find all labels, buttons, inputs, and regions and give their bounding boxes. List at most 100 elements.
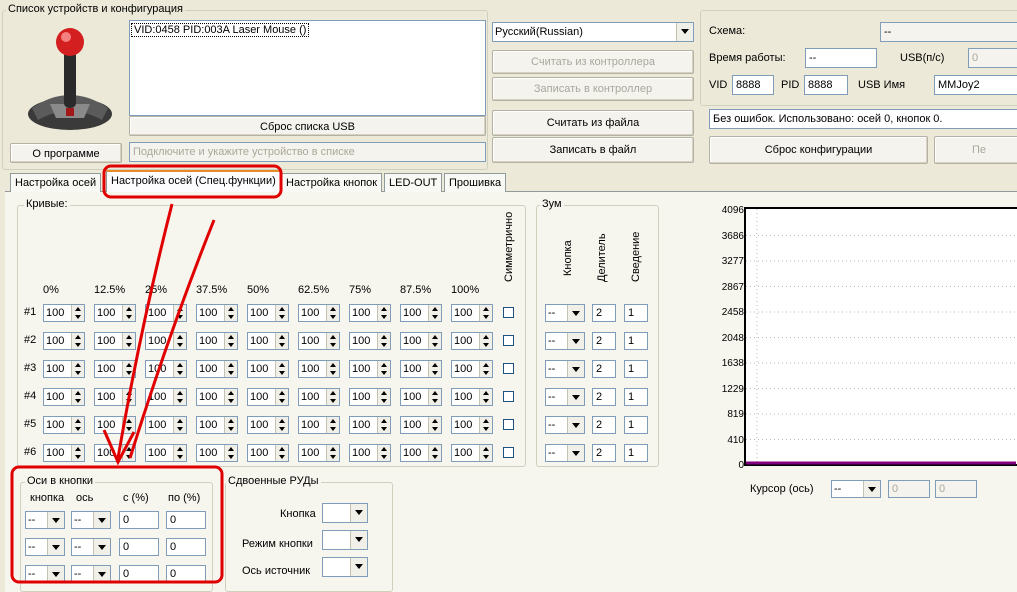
spin-arrows-icon[interactable] — [122, 305, 135, 321]
atb-from-field[interactable]: 0 — [119, 511, 159, 529]
spin-arrows-icon[interactable] — [377, 417, 390, 433]
curve-point-spinner[interactable]: 100 — [94, 360, 136, 378]
spin-arrows-icon[interactable] — [71, 305, 84, 321]
spin-arrows-icon[interactable] — [224, 361, 237, 377]
curve-point-spinner[interactable]: 100 — [298, 416, 340, 434]
curve-point-spinner[interactable]: 100 — [145, 332, 187, 350]
spin-arrows-icon[interactable] — [122, 389, 135, 405]
zoom-convergence-field[interactable]: 1 — [624, 304, 648, 322]
chevron-down-icon[interactable] — [567, 305, 584, 321]
curve-point-spinner[interactable]: 100 — [43, 360, 85, 378]
spin-arrows-icon[interactable] — [326, 417, 339, 433]
spin-arrows-icon[interactable] — [428, 305, 441, 321]
curve-point-spinner[interactable]: 100 — [451, 304, 493, 322]
curve-point-spinner[interactable]: 100 — [247, 388, 289, 406]
curve-point-spinner[interactable]: 100 — [94, 304, 136, 322]
curve-point-spinner[interactable]: 100 — [400, 444, 442, 462]
spin-arrows-icon[interactable] — [479, 445, 492, 461]
curve-point-spinner[interactable]: 100 — [451, 444, 493, 462]
zoom-convergence-field[interactable]: 1 — [624, 360, 648, 378]
spin-arrows-icon[interactable] — [326, 445, 339, 461]
curve-point-spinner[interactable]: 100 — [247, 416, 289, 434]
zoom-button-select[interactable]: -- — [545, 416, 585, 434]
chevron-down-icon[interactable] — [863, 481, 880, 497]
spin-arrows-icon[interactable] — [122, 445, 135, 461]
zoom-divider-field[interactable]: 2 — [592, 332, 616, 350]
spin-arrows-icon[interactable] — [173, 389, 186, 405]
atb-button-select[interactable]: -- — [25, 511, 65, 529]
vid-field[interactable]: 8888 — [732, 75, 774, 95]
device-list[interactable]: VID:0458 PID:003A Laser Mouse () — [129, 20, 486, 116]
chevron-down-icon[interactable] — [567, 417, 584, 433]
curve-point-spinner[interactable]: 100 — [43, 304, 85, 322]
spin-arrows-icon[interactable] — [224, 445, 237, 461]
symmetric-checkbox[interactable] — [503, 391, 514, 402]
curve-point-spinner[interactable]: 100 — [94, 332, 136, 350]
cursor-axis-select[interactable]: -- — [831, 480, 881, 498]
spin-arrows-icon[interactable] — [479, 333, 492, 349]
read-controller-button[interactable]: Считать из контроллера — [492, 50, 694, 74]
curve-point-spinner[interactable]: 100 — [196, 360, 238, 378]
tab-axes-special[interactable]: Настройка осей (Спец.функции) — [106, 170, 281, 192]
curve-point-spinner[interactable]: 100 — [247, 332, 289, 350]
curve-point-spinner[interactable]: 100 — [94, 444, 136, 462]
curve-point-spinner[interactable]: 100 — [145, 388, 187, 406]
curve-point-spinner[interactable]: 100 — [196, 416, 238, 434]
spin-arrows-icon[interactable] — [479, 389, 492, 405]
zoom-divider-field[interactable]: 2 — [592, 444, 616, 462]
zoom-convergence-field[interactable]: 1 — [624, 388, 648, 406]
read-file-button[interactable]: Считать из файла — [492, 110, 694, 136]
dual-button-select[interactable] — [322, 503, 368, 523]
spin-arrows-icon[interactable] — [377, 333, 390, 349]
tab-axes[interactable]: Настройка осей — [10, 173, 102, 192]
spin-arrows-icon[interactable] — [71, 389, 84, 405]
spin-arrows-icon[interactable] — [122, 333, 135, 349]
zoom-divider-field[interactable]: 2 — [592, 416, 616, 434]
curve-point-spinner[interactable]: 100 — [196, 444, 238, 462]
spin-arrows-icon[interactable] — [428, 445, 441, 461]
atb-button-select[interactable]: -- — [25, 538, 65, 556]
curve-point-spinner[interactable]: 100 — [43, 444, 85, 462]
spin-arrows-icon[interactable] — [377, 445, 390, 461]
atb-from-field[interactable]: 0 — [119, 538, 159, 556]
curve-point-spinner[interactable]: 100 — [247, 304, 289, 322]
curve-point-spinner[interactable]: 100 — [298, 304, 340, 322]
symmetric-checkbox[interactable] — [503, 335, 514, 346]
curve-point-spinner[interactable]: 100 — [400, 304, 442, 322]
chevron-down-icon[interactable] — [567, 445, 584, 461]
curve-point-spinner[interactable]: 100 — [196, 388, 238, 406]
spin-arrows-icon[interactable] — [326, 389, 339, 405]
spin-arrows-icon[interactable] — [275, 417, 288, 433]
spin-arrows-icon[interactable] — [71, 445, 84, 461]
spin-arrows-icon[interactable] — [326, 305, 339, 321]
curve-point-spinner[interactable]: 100 — [451, 332, 493, 350]
zoom-convergence-field[interactable]: 1 — [624, 416, 648, 434]
spin-arrows-icon[interactable] — [377, 305, 390, 321]
dual-mode-select[interactable] — [322, 530, 368, 550]
spin-arrows-icon[interactable] — [173, 417, 186, 433]
reset-config-button[interactable]: Сброс конфигурации — [709, 136, 928, 164]
spin-arrows-icon[interactable] — [479, 305, 492, 321]
language-select[interactable]: Русский(Russian) — [492, 22, 694, 42]
symmetric-checkbox[interactable] — [503, 419, 514, 430]
curve-point-spinner[interactable]: 100 — [247, 444, 289, 462]
zoom-button-select[interactable]: -- — [545, 304, 585, 322]
spin-arrows-icon[interactable] — [377, 361, 390, 377]
curve-point-spinner[interactable]: 100 — [145, 304, 187, 322]
spin-arrows-icon[interactable] — [224, 417, 237, 433]
zoom-button-select[interactable]: -- — [545, 332, 585, 350]
curve-point-spinner[interactable]: 100 — [349, 416, 391, 434]
spin-arrows-icon[interactable] — [479, 417, 492, 433]
curve-point-spinner[interactable]: 100 — [298, 360, 340, 378]
curve-point-spinner[interactable]: 100 — [349, 388, 391, 406]
device-list-item[interactable]: VID:0458 PID:003A Laser Mouse () — [131, 23, 310, 37]
tab-firmware[interactable]: Прошивка — [444, 173, 507, 192]
chevron-down-icon[interactable] — [93, 512, 110, 528]
spin-arrows-icon[interactable] — [275, 361, 288, 377]
zoom-button-select[interactable]: -- — [545, 388, 585, 406]
curve-point-spinner[interactable]: 100 — [349, 332, 391, 350]
usb-name-field[interactable]: MMJoy2 — [934, 75, 1017, 95]
spin-arrows-icon[interactable] — [377, 389, 390, 405]
spin-arrows-icon[interactable] — [122, 417, 135, 433]
write-controller-button[interactable]: Записать в контроллер — [492, 77, 694, 101]
